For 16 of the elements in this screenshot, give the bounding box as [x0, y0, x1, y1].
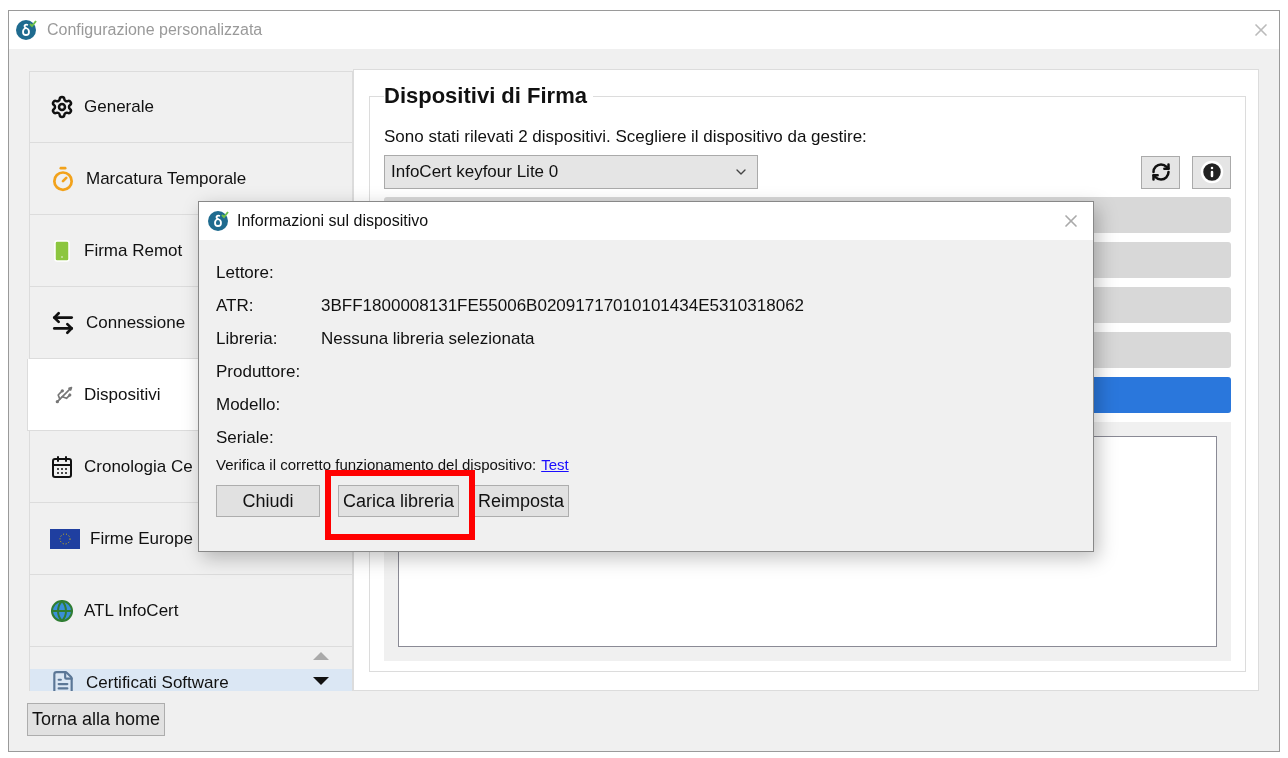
sidebar-item-label: ATL InfoCert [84, 600, 179, 621]
window-title: Configurazione personalizzata [47, 21, 264, 39]
sidebar-item-label: Connessione [86, 312, 186, 333]
field-label: Produttore: [216, 361, 302, 382]
field-label: ATR: [216, 295, 255, 316]
prompt-text: Sono stati rilevati 2 dispositivi. Scegliere il dispositivo da gestire: [384, 127, 868, 147]
sidebar-item-label: Certificati Software [86, 672, 229, 691]
sidebar-item-label: Generale [84, 97, 154, 117]
sidebar-item-label: Firme Europe [90, 528, 193, 549]
sidebar-item-label: Firma Remot [84, 240, 183, 261]
field-label: Modello: [216, 394, 282, 415]
field-label: Libreria: [216, 328, 279, 349]
sidebar-item-label: Cronologia Ce [84, 456, 193, 477]
sidebar-item-label: Marcatura Temporale [86, 168, 247, 189]
field-label: Lettore: [216, 262, 275, 283]
sidebar-item-label: Dispositivi [84, 384, 161, 405]
